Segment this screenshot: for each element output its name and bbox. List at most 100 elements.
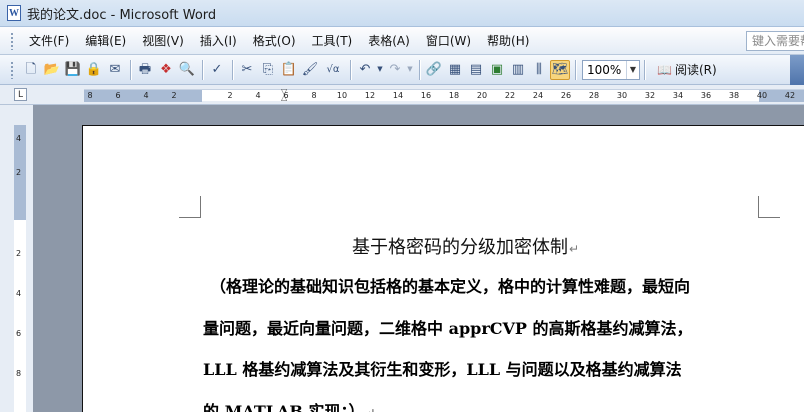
menu-view[interactable]: 视图(V) [134,30,192,52]
paragraph-line[interactable]: 的 MATLAB 实现；）↵ [203,398,376,412]
paragraph-line-text: 的 MATLAB 实现；） [203,402,365,412]
margin-corner-mark [179,196,201,218]
hyperlink-icon[interactable]: 🔗 [424,60,444,80]
ruler-number: 2 [171,91,177,100]
toolbar-separator [130,59,131,80]
ruler-number: 4 [255,91,261,100]
toolbar-overflow-button[interactable] [790,55,804,85]
chevron-down-icon[interactable]: ▼ [376,60,384,80]
menu-window[interactable]: 窗口(W) [418,30,479,52]
menu-table[interactable]: 表格(A) [360,30,418,52]
toolbar-grip-handle[interactable] [10,60,14,79]
research-icon[interactable]: ❖ [156,60,176,80]
email-icon[interactable]: ✉ [105,60,125,80]
ruler-number: 8 [87,91,93,100]
spelling-icon[interactable]: ✓ [207,60,227,80]
ruler-number: 4 [16,289,22,298]
paragraph-line[interactable]: 量问题，最近向量问题，二维格中 apprCVP 的高斯格基约减算法， [203,315,693,339]
open-icon[interactable]: 📂 [42,60,62,80]
toolbar-separator [575,59,576,80]
print-preview-icon[interactable]: 🔍 [177,60,197,80]
word-app-icon[interactable]: W [7,5,21,21]
save-icon[interactable]: 💾 [63,60,83,80]
ruler-number: 30 [616,91,628,100]
ruler-number: 2 [227,91,233,100]
ruler-number: 6 [115,91,121,100]
ruler-number: 8 [311,91,317,100]
zoom-value: 100% [587,62,622,77]
menu-tools[interactable]: 工具(T) [304,30,361,52]
ruler-number: 4 [16,134,22,143]
ruler-number: 40 [756,91,768,100]
menu-bar: 文件(F) 编辑(E) 视图(V) 插入(I) 格式(O) 工具(T) 表格(A… [0,27,804,55]
drawing-icon[interactable]: ⫼ [529,60,549,80]
help-search-input[interactable]: 键入需要帮助的问题 [746,31,804,51]
ruler-number: 22 [504,91,516,100]
toolbar-separator [419,59,420,80]
paragraph-line[interactable]: （格理论的基础知识包括格的基本定义，格中的计算性难题，最短向 [210,273,690,297]
ruler-number: 34 [672,91,684,100]
menu-format[interactable]: 格式(O) [245,30,304,52]
print-icon[interactable]: 🖶 [135,60,155,80]
ruler-number: 28 [588,91,600,100]
ruler-number: 8 [16,369,22,378]
title-bar: W 我的论文.doc - Microsoft Word [0,0,804,27]
menu-edit[interactable]: 编辑(E) [77,30,134,52]
standard-toolbar: 🗋 📂 💾 🔒 ✉ 🖶 ❖ 🔍 ✓ ✂ ⎘ 📋 🖌 √α ↶ ▼ ↷ ▼ 🔗 ▦… [0,55,804,85]
equation-icon[interactable]: √α [321,60,345,80]
insert-table-icon[interactable]: ▤ [466,60,486,80]
ruler-number: 10 [336,91,348,100]
format-painter-icon[interactable]: 🖌 [300,60,320,80]
new-icon[interactable]: 🗋 [21,60,41,80]
ruler-number: 26 [560,91,572,100]
toolbar-separator [202,59,203,80]
chevron-down-icon[interactable]: ▼ [406,60,414,80]
ruler-number: 4 [143,91,149,100]
vertical-ruler[interactable]: 4 2 2 4 6 8 [14,125,26,412]
menu-help[interactable]: 帮助(H) [479,30,537,52]
ruler-number: 36 [700,91,712,100]
copy-icon[interactable]: ⎘ [258,60,278,80]
window-title: 我的论文.doc - Microsoft Word [27,7,217,23]
paste-icon[interactable]: 📋 [279,60,299,80]
ruler-number: 6 [283,91,289,100]
horizontal-ruler-bar: L ▽ △ 8 6 4 2 2 4 6 8 10 12 14 16 18 20 2… [0,85,804,105]
ruler-number: 2 [16,249,22,258]
menu-grip-handle[interactable] [10,31,14,50]
ruler-number: 32 [644,91,656,100]
ruler-number: 38 [728,91,740,100]
document-title[interactable]: 基于格密码的分级加密体制↵ [352,233,579,259]
tab-selector-button[interactable]: L [14,88,27,101]
ruler-number: 18 [448,91,460,100]
ruler-number: 24 [532,91,544,100]
toolbar-separator [644,59,645,80]
ruler-number: 42 [784,91,796,100]
ruler-number: 14 [392,91,404,100]
undo-icon[interactable]: ↶ [355,60,375,80]
insert-excel-icon[interactable]: ▣ [487,60,507,80]
ruler-number: 2 [16,168,22,177]
document-map-icon[interactable]: 🗺 [550,59,570,80]
horizontal-ruler[interactable]: ▽ △ 8 6 4 2 2 4 6 8 10 12 14 16 18 20 22 … [84,88,804,102]
paragraph-line[interactable]: LLL 格基约减算法及其衍生和变形，LLL 与问题以及格基约减算法 [203,356,682,380]
menu-file[interactable]: 文件(F) [21,30,77,52]
ruler-number: 16 [420,91,432,100]
paragraph-mark-icon: ↵ [366,406,376,412]
zoom-select[interactable]: 100% ▼ [582,59,640,80]
chevron-down-icon[interactable]: ▼ [626,60,639,79]
document-title-text: 基于格密码的分级加密体制 [352,237,568,258]
menu-insert[interactable]: 插入(I) [192,30,245,52]
permission-icon[interactable]: 🔒 [84,60,104,80]
redo-icon[interactable]: ↷ [385,60,405,80]
columns-icon[interactable]: ▥ [508,60,528,80]
ruler-number: 12 [364,91,376,100]
ruler-number: 6 [16,329,22,338]
toolbar-separator [232,59,233,80]
book-icon: 📖 [657,62,672,77]
toolbar-separator [350,59,351,80]
read-button-label: 阅读(R) [674,63,717,77]
paragraph-mark-icon: ↵ [569,242,580,256]
read-button[interactable]: 📖 阅读(R) [657,59,717,81]
tables-borders-icon[interactable]: ▦ [445,60,465,80]
cut-icon[interactable]: ✂ [237,60,257,80]
